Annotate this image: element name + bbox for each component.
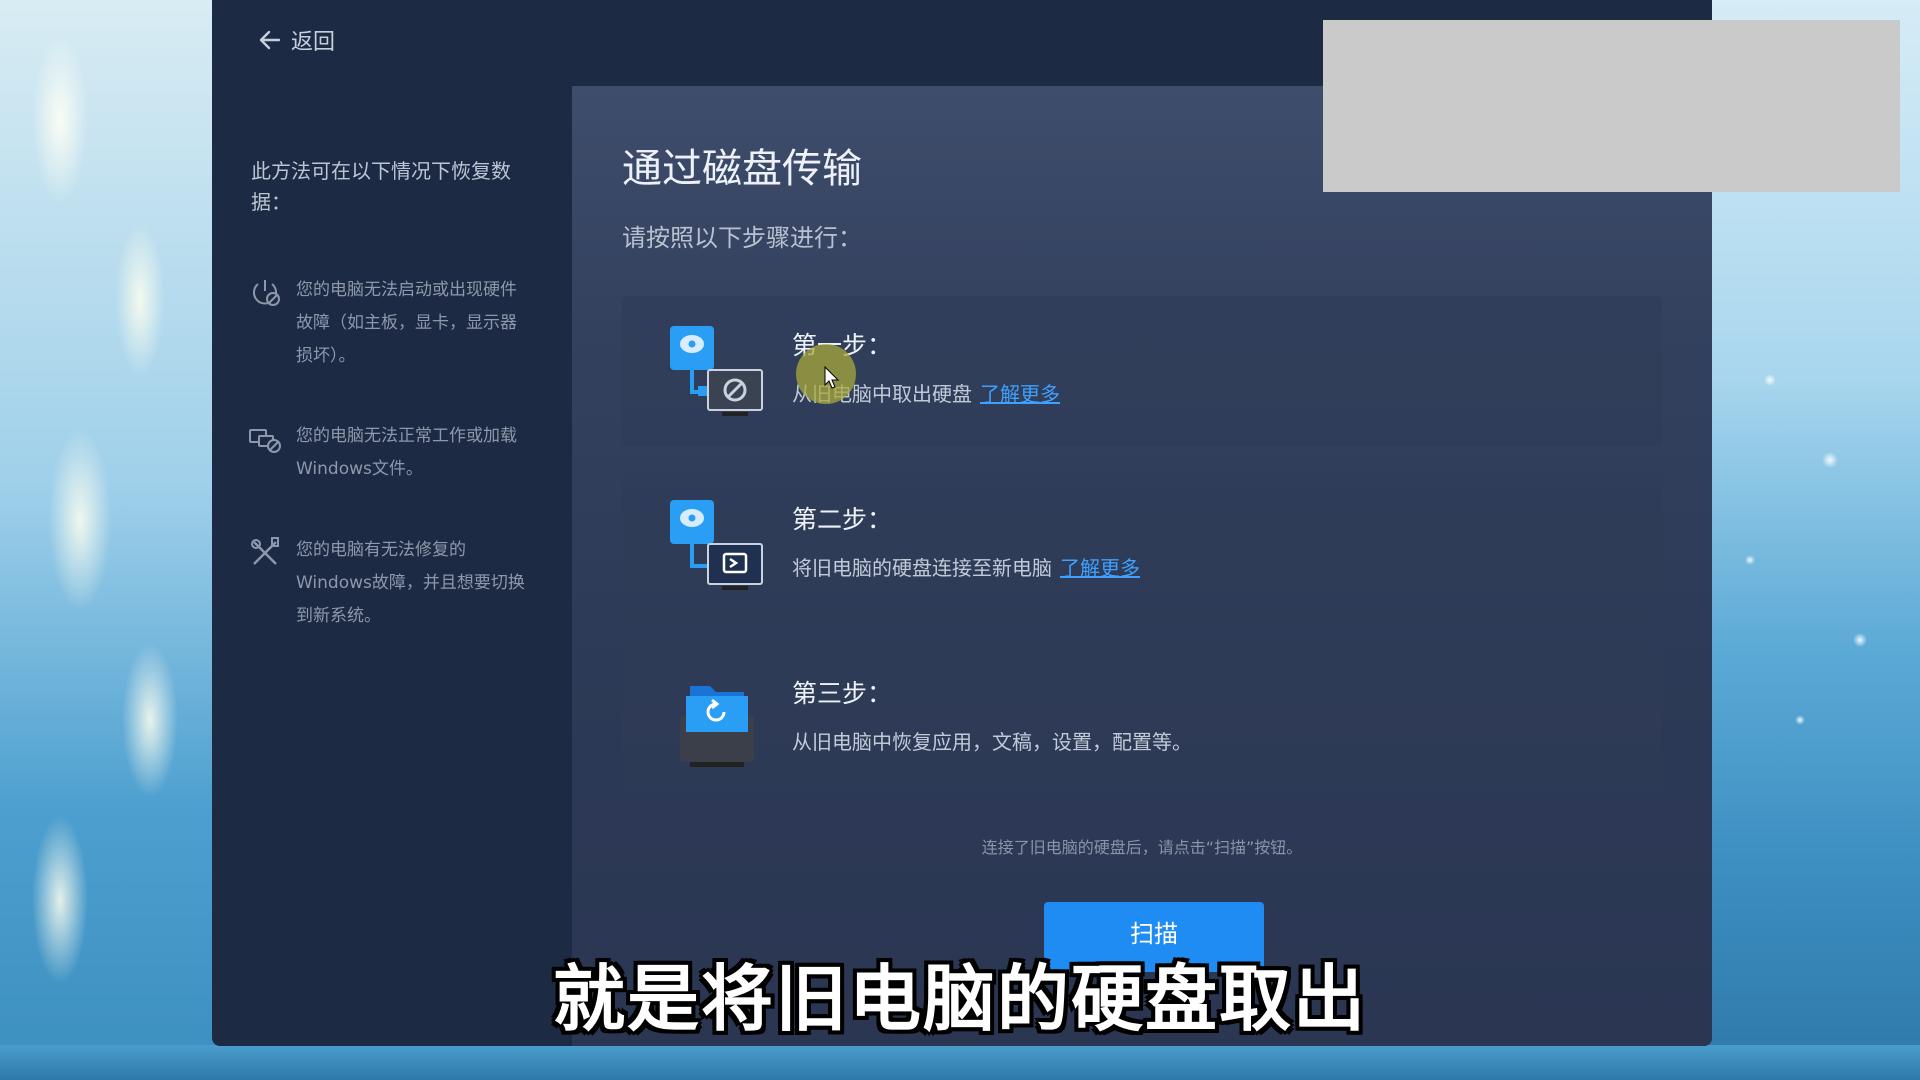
background-bottom [0, 1045, 1920, 1080]
step-label: 第三步： [792, 679, 893, 708]
step-desc-text: 将旧电脑的硬盘连接至新电脑 [792, 556, 1052, 580]
condition-text: 您的电脑无法正常工作或加载Windows文件。 [296, 426, 517, 479]
learn-more-link[interactable]: 了解更多 [980, 382, 1060, 406]
step-card-1: 第一步： 从旧电脑中取出硬盘 了解更多 [622, 296, 1662, 446]
arrow-left-icon [259, 30, 281, 50]
devices-broken-icon [249, 429, 281, 453]
video-subtitle: 就是将旧电脑的硬盘取出 [552, 957, 1367, 1041]
background-left [0, 0, 215, 1080]
learn-more-link[interactable]: 了解更多 [1060, 556, 1140, 580]
back-label: 返回 [291, 30, 336, 55]
sidebar: 此方法可在以下情况下恢复数据： 您的电脑无法启动或出现硬件故障（如主板，显卡，显… [212, 86, 572, 1046]
main-panel: 通过磁盘传输 请按照以下步骤进行： 第一步： 从旧电脑中取出硬盘 了解更多 第二… [572, 86, 1712, 1046]
step-desc: 将旧电脑的硬盘连接至新电脑 了解更多 [792, 552, 1140, 581]
step-desc-text: 从旧电脑中恢复应用，文稿，设置，配置等。 [792, 730, 1192, 754]
power-broken-icon [253, 280, 280, 306]
folder-restore-icon [680, 686, 754, 767]
step-desc: 从旧电脑中恢复应用，文稿，设置，配置等。 [792, 726, 1192, 755]
scan-hint: 连接了旧电脑的硬盘后，请点击“扫描”按钮。 [981, 838, 1303, 857]
condition-text: 您的电脑有无法修复的Windows故障，并且想要切换到新系统。 [296, 540, 525, 626]
step-card-2: 第二步： 将旧电脑的硬盘连接至新电脑 了解更多 [622, 470, 1662, 620]
page-title: 通过磁盘传输 [622, 146, 862, 192]
back-button[interactable]: 返回 [257, 24, 335, 56]
redaction-block [1323, 20, 1900, 192]
condition-item: 您的电脑无法启动或出现硬件故障（如主板，显卡，显示器损坏）。 [248, 274, 548, 373]
condition-item: 您的电脑有无法修复的Windows故障，并且想要切换到新系统。 [248, 534, 548, 633]
sidebar-title: 此方法可在以下情况下恢复数据： [251, 159, 511, 214]
tools-icon [251, 537, 279, 565]
condition-text: 您的电脑无法启动或出现硬件故障（如主板，显卡，显示器损坏）。 [296, 280, 517, 366]
step-card-3: 第三步： 从旧电脑中恢复应用，文稿，设置，配置等。 [622, 644, 1662, 794]
page-subtitle: 请按照以下步骤进行： [622, 224, 862, 252]
disk-connect-icon [670, 500, 763, 590]
disk-remove-icon [670, 326, 763, 416]
condition-item: 您的电脑无法正常工作或加载Windows文件。 [248, 420, 548, 486]
step-label: 第二步： [792, 505, 893, 534]
mouse-pointer-icon [824, 366, 840, 389]
